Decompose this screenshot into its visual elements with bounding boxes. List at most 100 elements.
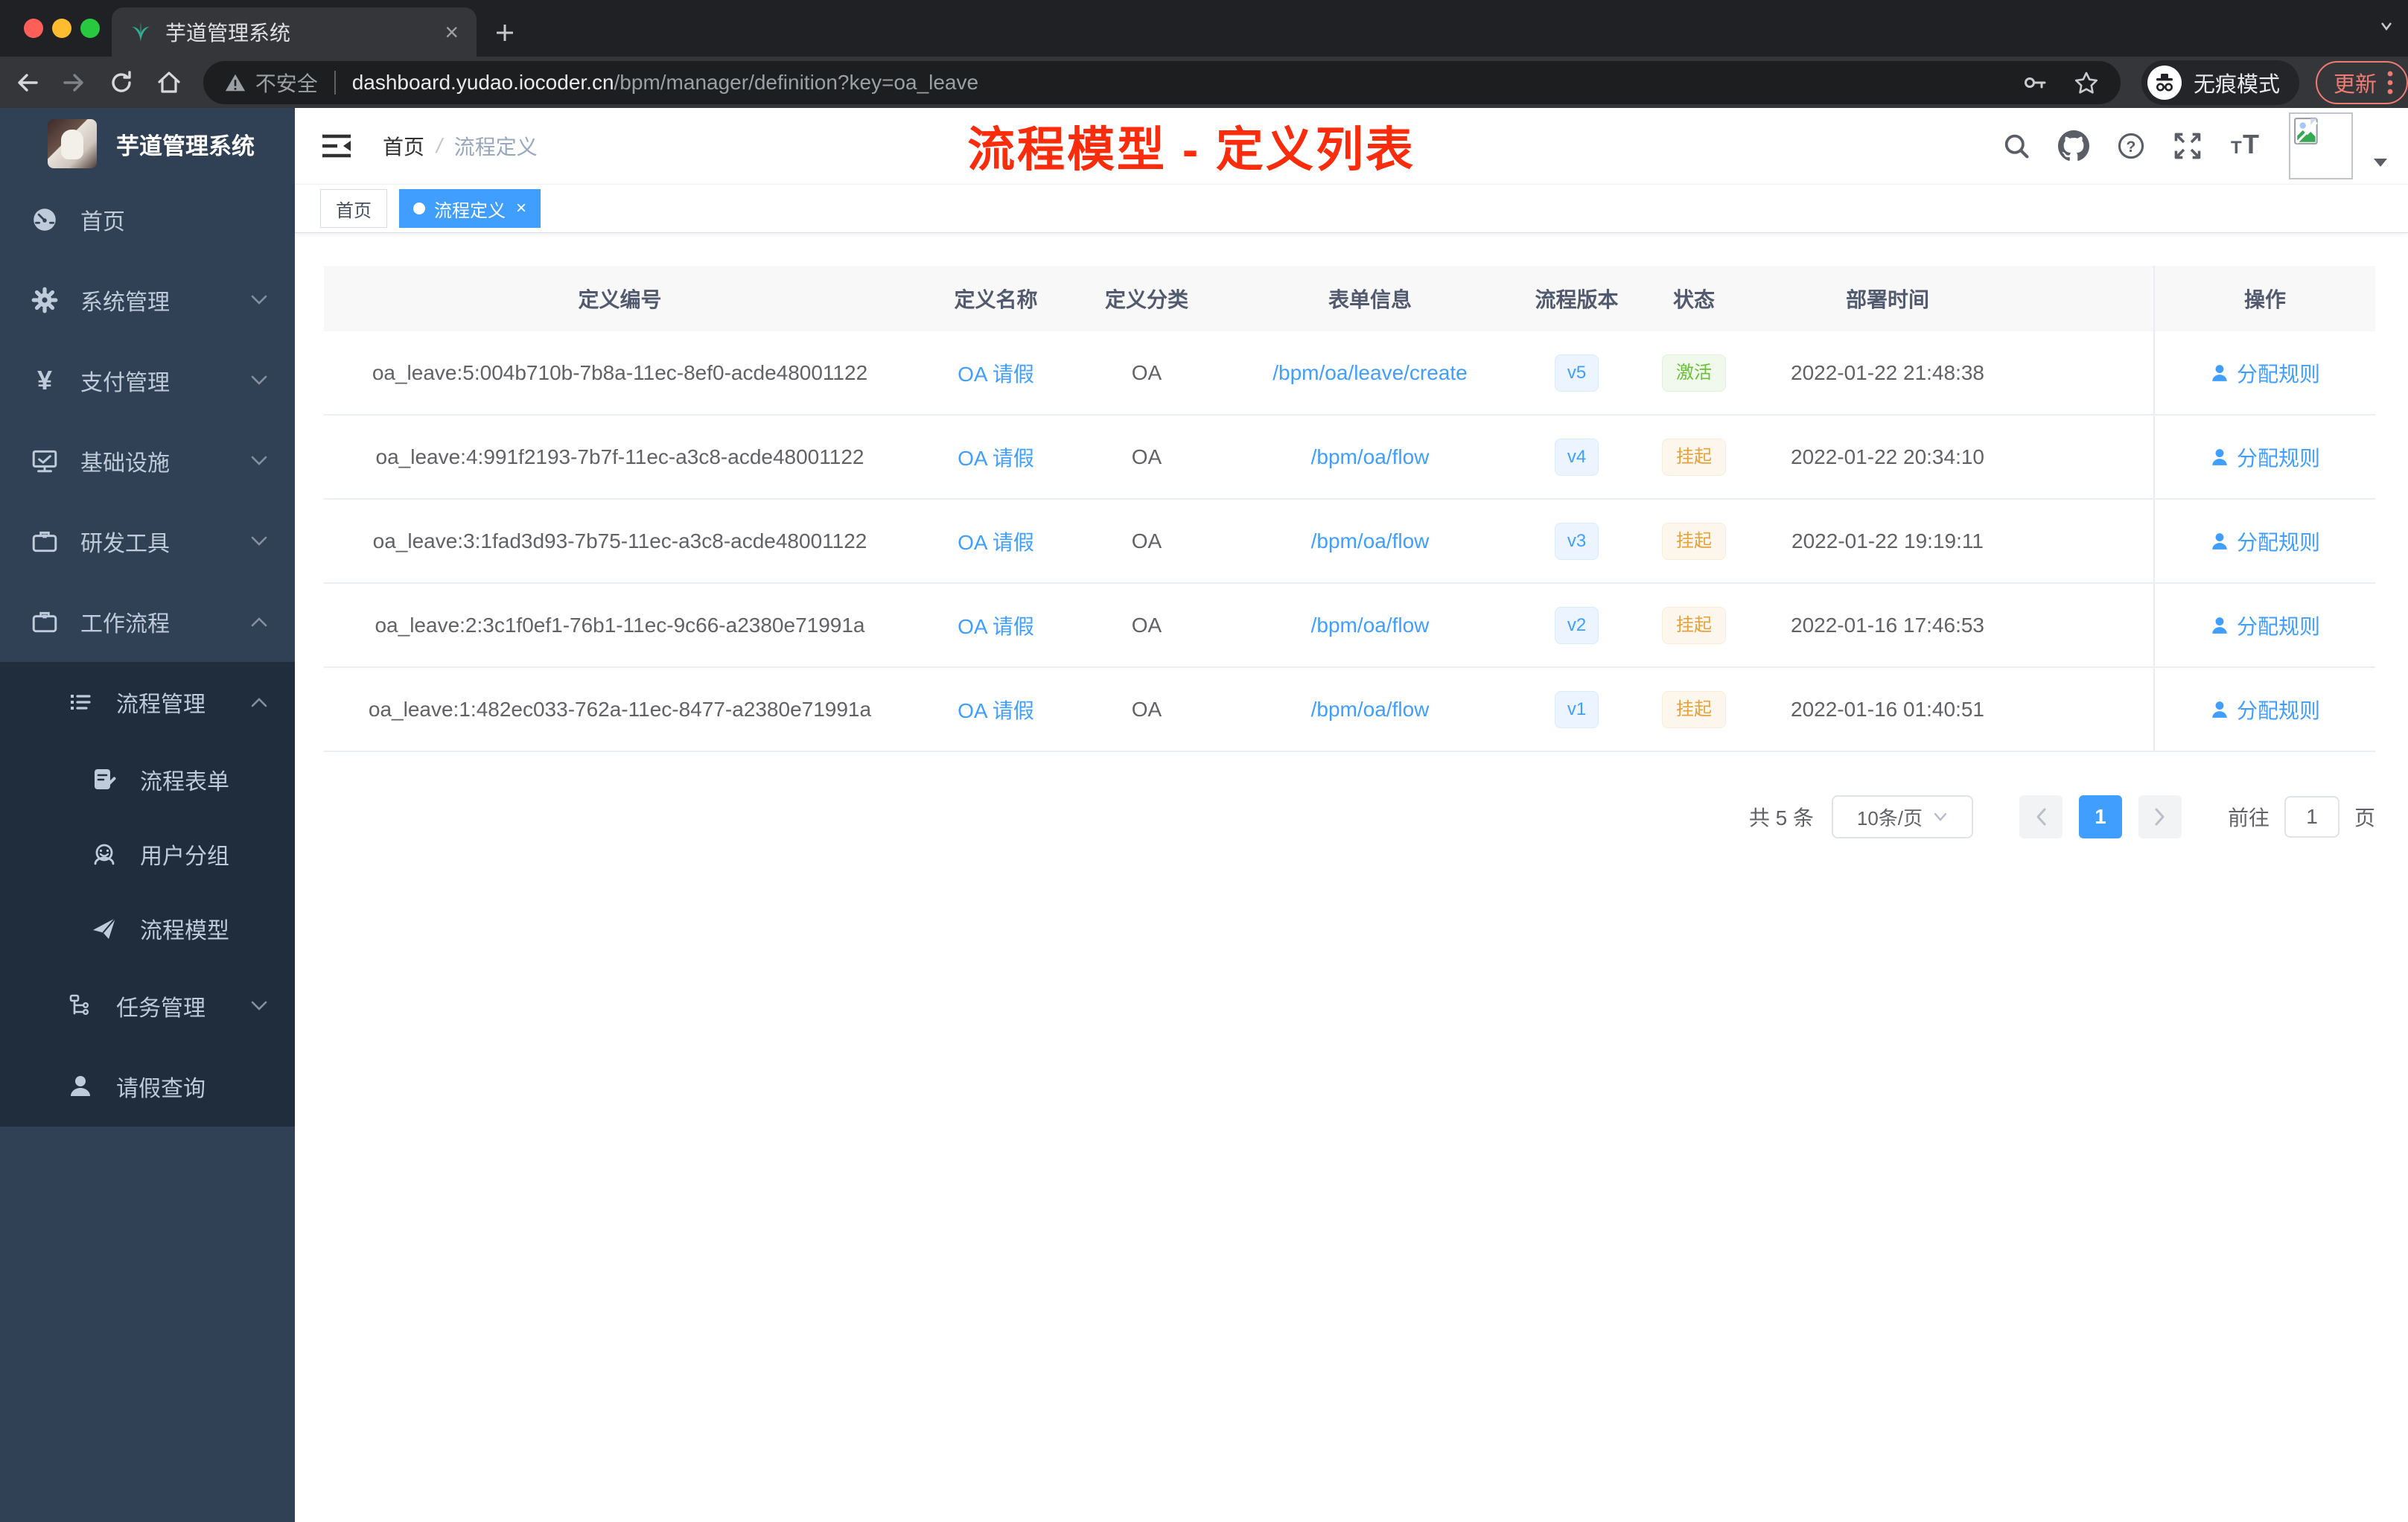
assign-rule-link[interactable]: 分配规则 [2210,526,2320,556]
status-badge: 挂起 [1662,606,1726,644]
form-link[interactable]: /bpm/oa/flow [1311,698,1430,722]
table-row: oa_leave:2:3c1f0ef1-76b1-11ec-9c66-a2380… [324,584,2375,668]
column-header: 定义编号 [578,288,662,311]
tag-close-icon[interactable]: × [516,198,526,219]
omnibox-divider [334,70,336,95]
form-link[interactable]: /bpm/oa/flow [1311,445,1430,469]
page-number-current[interactable]: 1 [2078,795,2122,838]
sidebar-item-process-management[interactable]: 流程管理 [0,662,295,742]
sidebar-item-label: 用户分组 [140,844,229,869]
tags-view-bar: 首页 流程定义 × [295,184,2408,233]
window-zoom-button[interactable] [80,19,100,38]
table-header-row: 定义编号 定义名称 定义分类 表单信息 流程版本 状态 部署时间 操作 [324,266,2375,331]
passwords-key-icon[interactable] [2022,70,2048,95]
sidebar-item-process-form[interactable]: 流程表单 [0,742,295,817]
sidebar: 芋道管理系统 首页 系统管理 ¥ 支付管理 基础设施 研发工具 工作流程 流程管… [0,108,295,1522]
deploy-time: 2022-01-16 17:46:53 [1791,613,1984,637]
definition-name-link[interactable]: OA 请假 [958,611,1034,640]
font-size-icon[interactable]: TT [2229,131,2262,161]
sidebar-item-dev-tools[interactable]: 研发工具 [0,501,295,582]
definition-name-link[interactable]: OA 请假 [958,526,1034,556]
new-tab-button[interactable] [485,13,524,52]
dashboard-icon [30,205,60,235]
sidebar-item-home[interactable]: 首页 [0,179,295,260]
browser-menu-dots-icon[interactable] [2386,68,2395,98]
definition-id: oa_leave:1:482ec033-762a-11ec-8477-a2380… [368,697,872,721]
sidebar-item-task-management[interactable]: 任务管理 [0,966,295,1046]
svg-text:?: ? [2127,138,2136,156]
sidebar-item-infrastructure[interactable]: 基础设施 [0,421,295,501]
deploy-time: 2022-01-22 21:48:38 [1791,360,1984,384]
home-button[interactable] [148,62,190,104]
tab-close-icon[interactable]: × [445,20,459,44]
definition-id: oa_leave:5:004b710b-7b8a-11ec-8ef0-acde4… [372,360,868,384]
sidebar-item-workflow[interactable]: 工作流程 [0,582,295,662]
assign-rule-link[interactable]: 分配规则 [2210,442,2320,472]
update-label[interactable]: 更新 [2334,67,2377,98]
tag-process-definition[interactable]: 流程定义 × [399,189,541,228]
window-minimize-button[interactable] [52,19,71,38]
sidebar-item-system[interactable]: 系统管理 [0,260,295,340]
assign-rule-link[interactable]: 分配规则 [2210,358,2320,388]
goto-label: 前往 [2227,806,2270,830]
url-bar[interactable]: 不安全 dashboard.yudao.iocoder.cn/bpm/manag… [203,60,2121,104]
sidebar-logo[interactable]: 芋道管理系统 [0,108,295,179]
app-window: 芋道管理系统 首页 系统管理 ¥ 支付管理 基础设施 研发工具 工作流程 流程管… [0,108,2408,1522]
reload-button[interactable] [101,62,142,104]
browser-tabstrip: 芋道管理系统 × [0,0,2408,57]
sidebar-item-payment[interactable]: ¥ 支付管理 [0,340,295,421]
status-badge: 挂起 [1662,690,1726,728]
sidebar-item-user-group[interactable]: 用户分组 [0,817,295,891]
assign-rule-link[interactable]: 分配规则 [2210,695,2320,725]
chrome-update-button[interactable]: 更新 [2315,60,2408,104]
goto-page-input[interactable]: 1 [2284,796,2339,838]
form-link[interactable]: /bpm/oa/flow [1311,614,1430,637]
pagination-total: 共 5 条 [1748,806,1814,830]
search-icon[interactable] [2001,131,2031,161]
definition-id: oa_leave:4:991f2193-7b7f-11ec-a3c8-acde4… [375,445,864,468]
briefcase-icon [30,607,60,637]
sidebar-fold-icon[interactable] [320,131,353,161]
fullscreen-icon[interactable] [2173,131,2202,161]
chevron-down-icon [250,375,268,386]
definition-name-link[interactable]: OA 请假 [958,695,1034,725]
not-secure-warning-icon [224,71,246,94]
column-header: 操作 [2153,266,2375,331]
monitor-icon [30,446,60,476]
definition-name-link[interactable]: OA 请假 [958,358,1034,388]
sidebar-item-label: 研发工具 [80,532,170,556]
tag-home[interactable]: 首页 [320,189,387,228]
breadcrumb-home[interactable]: 首页 [383,131,424,161]
help-icon[interactable]: ? [2116,131,2146,161]
pagination: 共 5 条 10条/页 1 前往 1 页 [324,795,2375,838]
page-size-select[interactable]: 10条/页 [1831,795,1973,838]
sidebar-item-label: 流程表单 [140,770,229,795]
form-link[interactable]: /bpm/oa/leave/create [1273,361,1468,385]
column-header: 定义分类 [1104,288,1188,311]
form-link[interactable]: /bpm/oa/flow [1311,529,1430,553]
workflow-submenu: 流程管理 流程表单 用户分组 流程模型 任务管理 请假查询 [0,662,295,1127]
incognito-icon [2147,65,2182,100]
forward-button[interactable] [54,62,95,104]
column-header: 流程版本 [1535,288,1619,311]
browser-tab[interactable]: 芋道管理系统 × [112,7,477,57]
user-avatar[interactable] [2289,112,2353,179]
logo-avatar [48,119,97,168]
select-chevron-down-icon [1933,812,1948,822]
prev-page-button[interactable] [2019,795,2063,838]
security-label[interactable]: 不安全 [255,68,318,98]
assign-rule-link[interactable]: 分配规则 [2210,611,2320,640]
chevron-down-icon [250,294,268,306]
page-annotation-title: 流程模型 - 定义列表 [967,123,1415,176]
definition-id: oa_leave:3:1fad3d93-7b75-11ec-a3c8-acde4… [372,529,867,553]
definition-name-link[interactable]: OA 请假 [958,442,1034,472]
sidebar-item-process-model[interactable]: 流程模型 [0,891,295,966]
tab-search-chevron-icon[interactable] [2377,16,2396,36]
sidebar-item-leave-query[interactable]: 请假查询 [0,1046,295,1127]
next-page-button[interactable] [2138,795,2182,838]
window-close-button[interactable] [24,19,43,38]
bookmark-star-icon[interactable] [2073,69,2100,96]
back-button[interactable] [6,62,48,104]
avatar-caret-down-icon[interactable] [2374,159,2387,168]
github-icon[interactable] [2058,130,2089,162]
